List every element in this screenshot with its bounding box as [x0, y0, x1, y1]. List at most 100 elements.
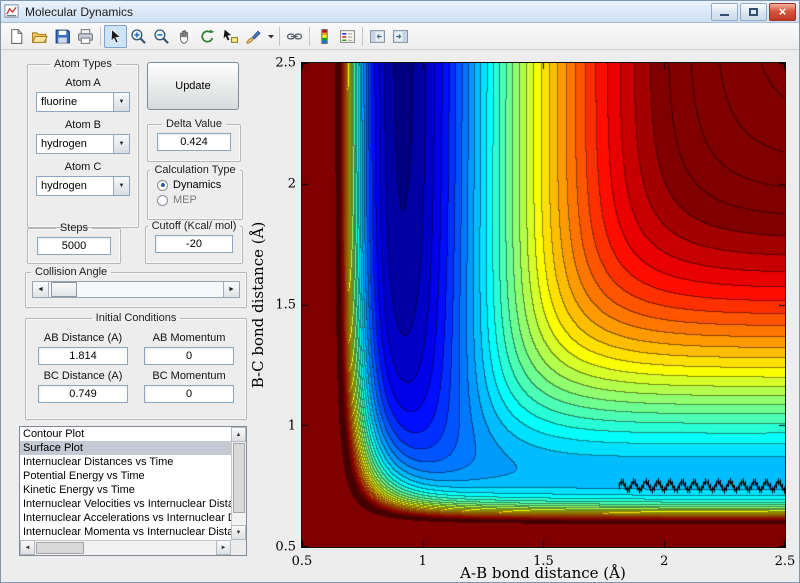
new-document-icon	[11, 28, 23, 44]
chevron-down-icon[interactable]: ▼	[113, 177, 129, 195]
minimize-icon	[720, 14, 729, 16]
plot-type-listbox[interactable]: Contour Plot Surface Plot Internuclear Dis…	[19, 426, 247, 556]
chevron-down-icon[interactable]: ▼	[113, 93, 129, 111]
link-plots-button[interactable]	[283, 25, 306, 48]
bc-momentum-input[interactable]	[144, 385, 234, 403]
close-icon: ×	[778, 4, 787, 19]
radio-dynamics[interactable]: Dynamics	[157, 179, 242, 191]
insert-legend-icon	[340, 29, 355, 43]
rotate-3d-icon	[201, 28, 215, 42]
new-document-button[interactable]	[5, 25, 28, 48]
content: Atom Types Atom A fluorine ▼ Atom B hydr…	[1, 50, 799, 582]
radio-mep[interactable]: MEP	[157, 194, 242, 206]
data-cursor-button[interactable]	[219, 25, 242, 48]
cutoff-panel: Cutoff (Kcal/ mol)	[145, 220, 243, 264]
listbox-horizontal-scrollbar[interactable]: ◄ ►	[20, 540, 231, 555]
list-item[interactable]: Internuclear Velocities vs Internuclear …	[20, 497, 231, 511]
hide-plot-tools-button[interactable]	[366, 25, 389, 48]
titlebar[interactable]: Molecular Dynamics ×	[1, 1, 799, 23]
atom-c-group: Atom C hydrogen ▼	[28, 161, 138, 196]
initial-conditions-panel: Initial Conditions AB Distance (A) AB Mo…	[25, 312, 247, 420]
down-arrow-icon[interactable]: ▼	[231, 525, 246, 540]
list-item[interactable]: Internuclear Distances vs Time	[20, 455, 231, 469]
delta-value-input[interactable]	[157, 133, 231, 151]
ab-distance-input[interactable]	[38, 347, 128, 365]
print-button[interactable]	[74, 25, 97, 48]
y-tick-label: 1	[287, 418, 296, 434]
rotate-3d-button[interactable]	[196, 25, 219, 48]
delta-value-title: Delta Value	[165, 118, 223, 130]
atom-c-value: hydrogen	[41, 180, 87, 192]
pointer-icon	[110, 28, 122, 43]
toolbar-separator	[100, 26, 101, 46]
list-item[interactable]: Kinetic Energy vs Time	[20, 483, 231, 497]
chevron-down-icon[interactable]: ▼	[113, 135, 129, 153]
horizontal-scroll-thumb[interactable]	[36, 542, 84, 554]
brush-button[interactable]	[242, 25, 265, 48]
open-file-icon	[31, 31, 48, 43]
y-axis-label: B-C bond distance (Å)	[249, 221, 267, 389]
atom-a-group: Atom A fluorine ▼	[28, 77, 138, 112]
atom-b-dropdown[interactable]: hydrogen ▼	[36, 134, 130, 154]
slider-left-arrow-icon[interactable]: ◄	[33, 282, 49, 297]
x-tick-label: 1.5	[533, 554, 554, 569]
update-button[interactable]: Update	[147, 62, 239, 110]
pointer-button[interactable]	[104, 24, 127, 48]
maximize-button[interactable]	[740, 2, 767, 21]
calculation-type-title: Calculation Type	[154, 164, 236, 176]
pan-icon	[180, 29, 188, 44]
radio-button-icon[interactable]	[157, 179, 168, 191]
cutoff-input[interactable]	[155, 235, 233, 253]
pan-button[interactable]	[173, 25, 196, 48]
list-item[interactable]: Contour Plot	[20, 427, 231, 441]
insert-legend-button[interactable]	[336, 25, 359, 48]
up-arrow-icon[interactable]: ▲	[231, 427, 246, 442]
save-button[interactable]	[51, 25, 74, 48]
zoom-out-button[interactable]	[150, 25, 173, 48]
left-arrow-icon[interactable]: ◄	[20, 540, 35, 555]
close-button[interactable]: ×	[769, 2, 796, 21]
plot-area[interactable]	[301, 62, 786, 548]
slider-thumb[interactable]	[51, 282, 77, 297]
maximize-icon	[749, 7, 758, 16]
window: Molecular Dynamics × Atom Types Atom A f…	[0, 0, 800, 583]
insert-colorbar-button[interactable]	[313, 25, 336, 48]
brush-caret-button[interactable]	[265, 25, 276, 48]
ab-momentum-input[interactable]	[144, 347, 234, 365]
list-item[interactable]: Internuclear Momenta vs Internuclear Dis…	[20, 525, 231, 539]
bc-distance-input[interactable]	[38, 385, 128, 403]
atom-a-label: Atom A	[65, 77, 101, 89]
toolbar-separator	[309, 26, 310, 46]
zoom-in-button[interactable]	[127, 25, 150, 48]
slider-track[interactable]	[49, 282, 223, 297]
slider-right-arrow-icon[interactable]: ►	[223, 282, 239, 297]
steps-panel: Steps	[27, 222, 121, 264]
toolbar-separator	[362, 26, 363, 46]
atom-a-dropdown[interactable]: fluorine ▼	[36, 92, 130, 112]
contour-canvas[interactable]	[302, 63, 785, 547]
initial-conditions-title: Initial Conditions	[95, 312, 177, 324]
listbox-vertical-scrollbar[interactable]: ▲ ▼	[231, 427, 246, 540]
y-tick-label: 0.5	[275, 539, 296, 555]
bc-momentum-label: BC Momentum	[152, 370, 226, 382]
brush-icon	[246, 30, 261, 44]
radio-mep-label: MEP	[173, 194, 197, 206]
show-plot-tools-button[interactable]	[389, 25, 412, 48]
window-title: Molecular Dynamics	[25, 4, 134, 19]
radio-button-icon[interactable]	[157, 194, 168, 206]
vertical-scroll-thumb[interactable]	[233, 443, 245, 513]
open-file-button[interactable]	[28, 25, 51, 48]
atom-c-dropdown[interactable]: hydrogen ▼	[36, 176, 130, 196]
show-plot-tools-icon	[393, 29, 408, 43]
steps-input[interactable]	[37, 237, 111, 255]
list-item[interactable]: Surface Plot	[20, 441, 231, 455]
minimize-button[interactable]	[711, 2, 738, 21]
atom-b-label: Atom B	[64, 119, 102, 131]
link-plots-icon	[286, 32, 303, 40]
list-item[interactable]: Internuclear Accelerations vs Internucle…	[20, 511, 231, 525]
collision-angle-title: Collision Angle	[35, 266, 108, 278]
bc-distance-label: BC Distance (A)	[43, 370, 123, 382]
right-arrow-icon[interactable]: ►	[216, 540, 231, 555]
collision-angle-slider[interactable]: ◄ ►	[32, 281, 240, 298]
list-item[interactable]: Potential Energy vs Time	[20, 469, 231, 483]
